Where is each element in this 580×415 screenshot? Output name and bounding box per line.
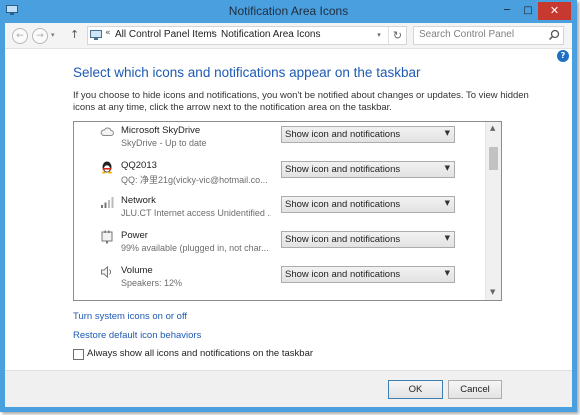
maximize-button[interactable]: □ — [518, 2, 538, 20]
title-bar[interactable]: Notification Area Icons ─ □ ✕ — [0, 0, 577, 23]
turn-system-icons-link[interactable]: Turn system icons on or off — [73, 311, 187, 322]
help-icon[interactable]: ? — [557, 50, 569, 62]
always-show-label[interactable]: Always show all icons and notifications … — [87, 348, 313, 359]
page-heading: Select which icons and notifications app… — [73, 65, 421, 80]
behavior-value: Show icon and notifications — [285, 164, 401, 175]
cancel-button[interactable]: Cancel — [448, 380, 502, 399]
chevron-down-icon: ▼ — [444, 269, 450, 277]
breadcrumb-notification-area-icons[interactable]: Notification Area Icons — [221, 29, 321, 40]
scroll-down-arrow[interactable]: ▼ — [490, 288, 495, 296]
list-item: Microsoft SkyDrive SkyDrive - Up to date… — [74, 122, 484, 157]
search-input[interactable]: Search Control Panel — [413, 26, 564, 45]
navigation-bar: ← → ▾ ↑ « All Control Panel Items › Noti… — [5, 23, 572, 49]
address-field[interactable]: « All Control Panel Items › Notification… — [87, 26, 407, 45]
list-item: Volume Speakers: 12% Show icon and notif… — [74, 262, 484, 297]
back-button[interactable]: ← — [12, 28, 28, 44]
behavior-value: Show icon and notifications — [285, 269, 401, 280]
ok-button[interactable]: OK — [388, 380, 443, 399]
behavior-select[interactable]: Show icon and notifications ▼ — [281, 196, 455, 213]
chevron-down-icon: ▼ — [444, 164, 450, 172]
behavior-value: Show icon and notifications — [285, 199, 401, 210]
list-scrollbar[interactable]: ▲ ▼ — [485, 122, 501, 300]
icon-name: Microsoft SkyDrive — [121, 125, 201, 136]
behavior-select[interactable]: Show icon and notifications ▼ — [281, 231, 455, 248]
window-frame: Notification Area Icons ─ □ ✕ ← → ▾ ↑ « … — [0, 0, 577, 412]
icon-description: 99% available (plugged in, not char... — [121, 243, 269, 253]
dialog-footer: OK Cancel — [5, 370, 572, 407]
icon-name: Power — [121, 230, 148, 241]
icon-name: Network — [121, 195, 156, 206]
list-item: Network JLU.CT Internet access Unidentif… — [74, 192, 484, 227]
window-title: Notification Area Icons — [228, 4, 349, 18]
behavior-value: Show icon and notifications — [285, 234, 401, 245]
list-item: QQ2013 QQ: 净里21g(vicky-vic@hotmail.co...… — [74, 157, 484, 192]
chevron-down-icon: ▼ — [444, 199, 450, 207]
breadcrumb-overflow[interactable]: « — [105, 28, 111, 38]
scroll-up-arrow[interactable]: ▲ — [490, 124, 495, 132]
control-panel-icon — [90, 30, 102, 40]
notification-icons-list[interactable]: Microsoft SkyDrive SkyDrive - Up to date… — [73, 121, 502, 301]
icon-description: QQ: 净里21g(vicky-vic@hotmail.co... — [121, 175, 268, 185]
icon-name: QQ2013 — [121, 160, 157, 171]
network-signal-icon — [101, 197, 114, 208]
behavior-select[interactable]: Show icon and notifications ▼ — [281, 266, 455, 283]
icon-name: Volume — [121, 265, 153, 276]
chevron-down-icon: ▼ — [444, 129, 450, 137]
minimize-button[interactable]: ─ — [496, 2, 518, 20]
always-show-checkbox[interactable] — [73, 349, 84, 360]
qq-penguin-icon — [102, 161, 112, 174]
intro-text: If you choose to hide icons and notifica… — [73, 90, 529, 113]
close-button[interactable]: ✕ — [538, 2, 571, 20]
behavior-select[interactable]: Show icon and notifications ▼ — [281, 126, 455, 143]
window-content: ← → ▾ ↑ « All Control Panel Items › Noti… — [5, 23, 572, 407]
icon-description: Speakers: 12% — [121, 278, 183, 288]
forward-button[interactable]: → — [32, 28, 48, 44]
up-button[interactable]: ↑ — [70, 28, 79, 41]
behavior-value: Show icon and notifications — [285, 129, 401, 140]
recent-locations-dropdown[interactable]: ▾ — [51, 31, 55, 39]
power-plug-icon — [101, 230, 113, 244]
refresh-button[interactable]: ↻ — [388, 27, 406, 44]
search-placeholder: Search Control Panel — [419, 29, 515, 40]
icon-description: SkyDrive - Up to date — [121, 138, 207, 148]
scroll-thumb[interactable] — [489, 147, 498, 170]
list-item: Power 99% available (plugged in, not cha… — [74, 227, 484, 262]
cloud-icon — [100, 127, 114, 136]
behavior-select[interactable]: Show icon and notifications ▼ — [281, 161, 455, 178]
address-dropdown-button[interactable]: ▾ — [372, 27, 386, 44]
chevron-down-icon: ▼ — [444, 234, 450, 242]
icon-description: JLU.CT Internet access Unidentified ... — [121, 208, 271, 218]
restore-defaults-link[interactable]: Restore default icon behaviors — [73, 330, 201, 341]
breadcrumb-separator[interactable]: › — [211, 28, 215, 38]
search-icon[interactable] — [548, 29, 560, 41]
speaker-icon — [101, 265, 112, 279]
breadcrumb-all-items[interactable]: All Control Panel Items — [115, 29, 217, 40]
